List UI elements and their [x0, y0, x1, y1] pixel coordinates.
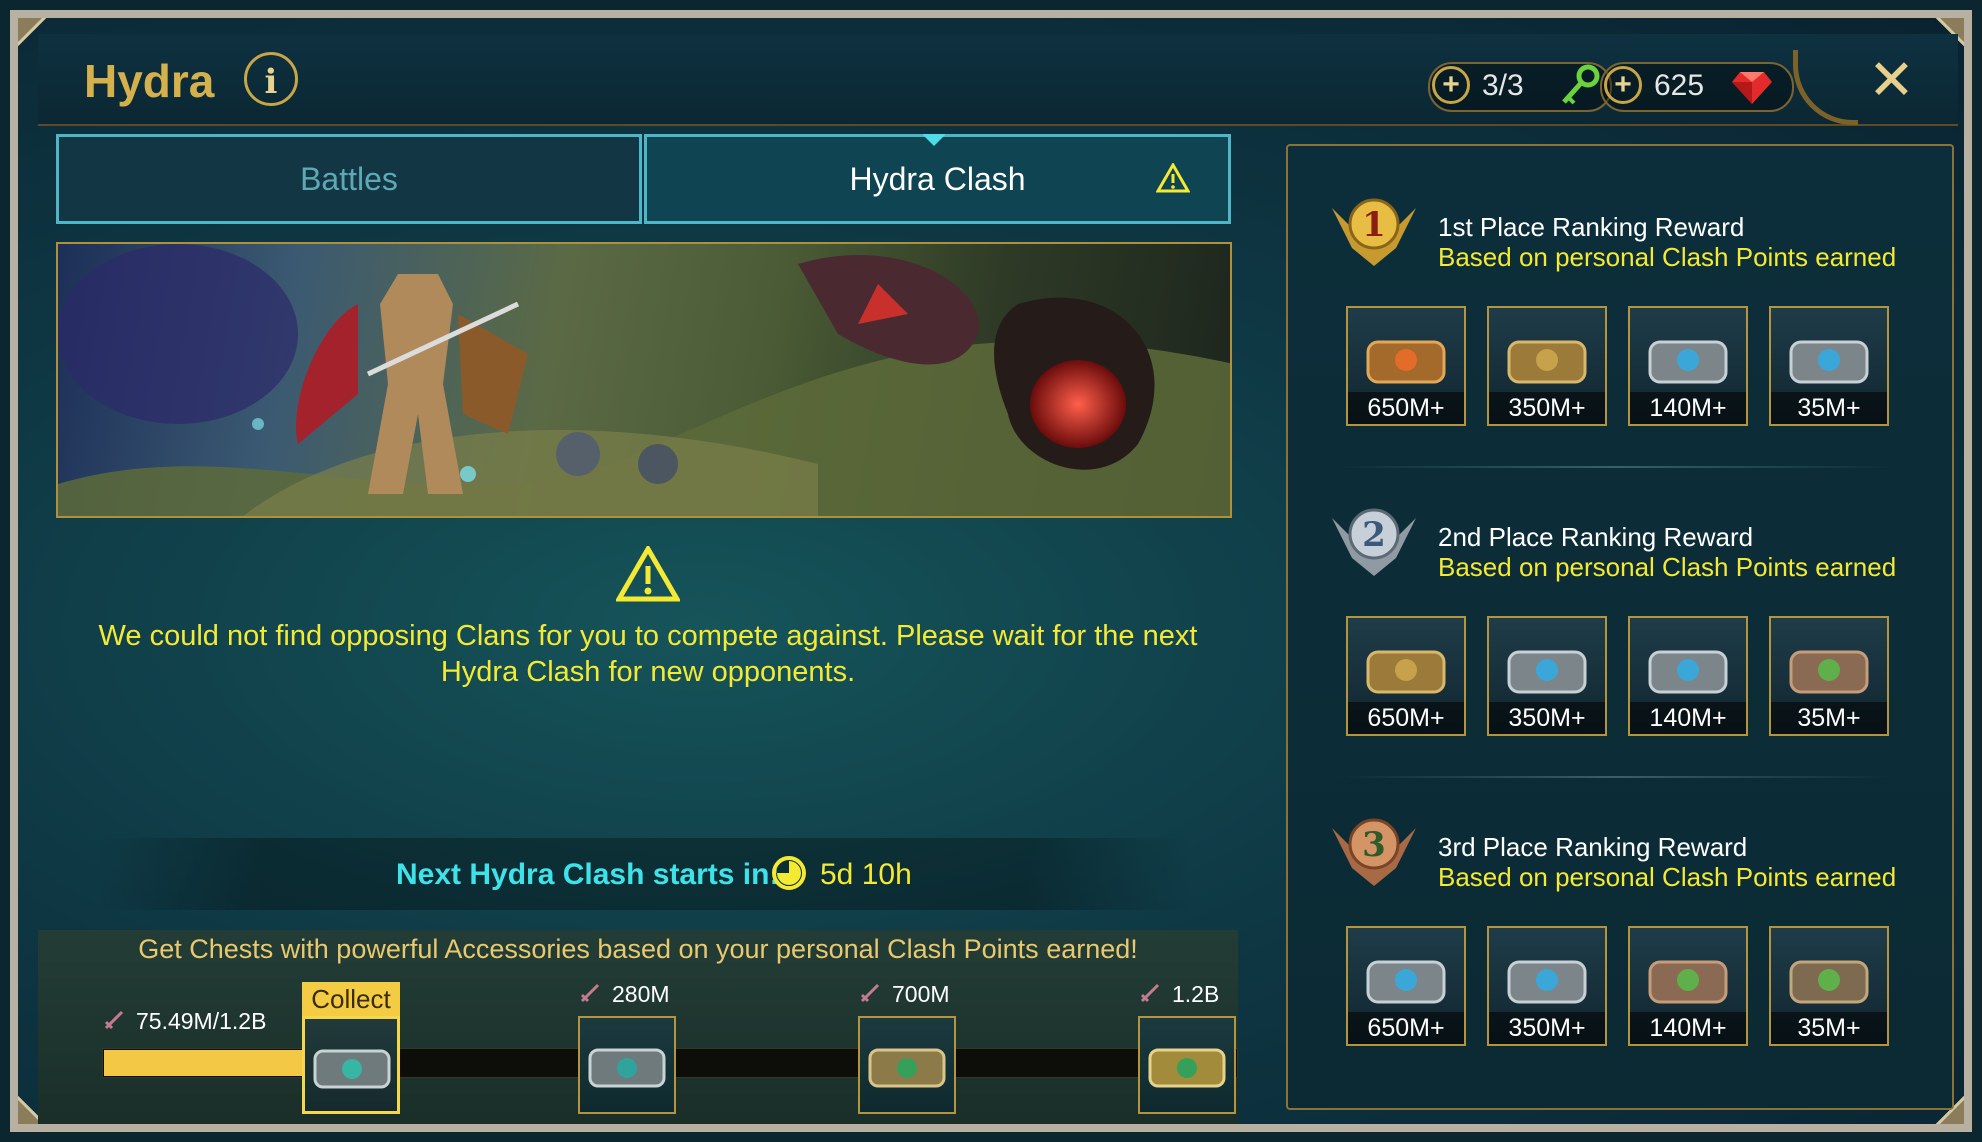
reward-chest[interactable]: 35M+ — [1769, 926, 1889, 1046]
reward-threshold: 140M+ — [1630, 702, 1746, 734]
reward-threshold: 140M+ — [1630, 1012, 1746, 1044]
hydra-chest-icon — [1507, 340, 1587, 384]
active-tab-indicator — [922, 134, 946, 146]
reward-threshold: 650M+ — [1348, 702, 1464, 734]
gems-counter: + 625 — [1600, 62, 1794, 112]
ranking-subtitle: Based on personal Clash Points earned — [1438, 862, 1897, 892]
hydra-chest-icon — [1789, 960, 1869, 1004]
ruby-gem-icon — [1732, 72, 1772, 104]
no-opponents-message: We could not find opposing Clans for you… — [98, 620, 1198, 688]
sword-icon — [580, 983, 600, 1003]
bronze-medal-icon: 3 — [1332, 818, 1416, 886]
tab-hydra-clash-label: Hydra Clash — [849, 161, 1026, 197]
ranking-subtitle: Based on personal Clash Points earned — [1438, 552, 1897, 582]
milestone-chest[interactable] — [1138, 1016, 1236, 1114]
reward-threshold: 140M+ — [1630, 392, 1746, 424]
add-gems-button[interactable]: + — [1604, 66, 1642, 104]
ranking-title: 1st Place Ranking Reward — [1438, 212, 1745, 242]
accessory-chest-icon — [313, 1049, 391, 1089]
sword-icon — [860, 983, 880, 1003]
reward-threshold: 35M+ — [1771, 702, 1887, 734]
hydra-chest-icon — [1507, 960, 1587, 1004]
hydra-chest-icon — [1648, 340, 1728, 384]
ranking-title: 3rd Place Ranking Reward — [1438, 832, 1748, 862]
hydra-banner-art — [56, 242, 1232, 518]
hydra-chest-icon — [1366, 340, 1446, 384]
svg-text:2: 2 — [1362, 515, 1386, 555]
next-clash-countdown: 5d 10h — [820, 858, 912, 891]
reward-threshold: 350M+ — [1489, 392, 1605, 424]
ranking-title: 2nd Place Ranking Reward — [1438, 522, 1754, 552]
hydra-chest-icon — [1789, 340, 1869, 384]
reward-chest[interactable]: 350M+ — [1487, 926, 1607, 1046]
sword-icon — [1140, 983, 1160, 1003]
reward-threshold: 350M+ — [1489, 702, 1605, 734]
keys-value: 3/3 — [1482, 69, 1524, 102]
tab-hydra-clash[interactable]: Hydra Clash — [644, 134, 1231, 224]
reward-chest[interactable]: 650M+ — [1346, 616, 1466, 736]
accessory-chest-icon — [868, 1048, 946, 1088]
silver-medal-icon: 2 — [1332, 508, 1416, 576]
milestone-chest-collect[interactable] — [302, 1016, 400, 1114]
svg-text:1: 1 — [1362, 205, 1386, 245]
window-frame: Hydra i + 3/3 + 625 ✕ Battles Hydra Clas… — [10, 10, 1972, 1132]
chest-info-text: Get Chests with powerful Accessories bas… — [138, 934, 1138, 964]
accessory-chest-icon — [588, 1048, 666, 1088]
reward-chest[interactable]: 350M+ — [1487, 306, 1607, 426]
reward-threshold: 35M+ — [1771, 1012, 1887, 1044]
reward-chest[interactable]: 140M+ — [1628, 926, 1748, 1046]
reward-chest[interactable]: 650M+ — [1346, 306, 1466, 426]
progress-fill — [104, 1050, 304, 1076]
warning-icon — [616, 546, 680, 602]
milestone-chest[interactable] — [578, 1016, 676, 1114]
page-title: Hydra — [84, 55, 215, 107]
tab-battles[interactable]: Battles — [56, 134, 642, 224]
hydra-chest-icon — [1507, 650, 1587, 694]
milestone-label: 280M — [578, 981, 670, 1008]
hydra-chest-icon — [1789, 650, 1869, 694]
ranking-subtitle: Based on personal Clash Points earned — [1438, 242, 1897, 272]
hydra-chest-icon — [1366, 960, 1446, 1004]
clock-icon — [772, 856, 806, 890]
next-clash-label: Next Hydra Clash starts in: — [396, 858, 780, 891]
key-icon — [1562, 64, 1600, 105]
next-clash-timer: Next Hydra Clash starts in: 5d 10h — [96, 838, 1192, 910]
reward-chest[interactable]: 650M+ — [1346, 926, 1466, 1046]
info-button[interactable]: i — [244, 52, 298, 106]
keys-counter: + 3/3 — [1428, 62, 1612, 112]
accessory-chest-icon — [1148, 1048, 1226, 1088]
reward-threshold: 650M+ — [1348, 1012, 1464, 1044]
reward-threshold: 650M+ — [1348, 392, 1464, 424]
header-ornament — [1793, 50, 1858, 125]
add-keys-button[interactable]: + — [1432, 66, 1470, 104]
clash-points-value: 75.49M/1.2B — [136, 1008, 267, 1034]
hydra-chest-icon — [1648, 650, 1728, 694]
gold-medal-icon: 1 — [1332, 198, 1416, 266]
hydra-chest-icon — [1648, 960, 1728, 1004]
warning-icon — [1156, 163, 1190, 193]
gems-value: 625 — [1654, 69, 1705, 102]
section-divider — [1336, 466, 1896, 468]
milestone-chest[interactable] — [858, 1016, 956, 1114]
milestone-label: 1.2B — [1138, 981, 1219, 1008]
svg-text:3: 3 — [1362, 825, 1386, 865]
close-button[interactable]: ✕ — [1868, 50, 1915, 110]
milestone-label: 700M — [858, 981, 950, 1008]
collect-label[interactable]: Collect — [302, 982, 400, 1016]
hydra-chest-icon — [1366, 650, 1446, 694]
section-divider — [1336, 776, 1896, 778]
header-bar: Hydra i + 3/3 + 625 ✕ — [38, 34, 1958, 126]
reward-chest[interactable]: 140M+ — [1628, 616, 1748, 736]
sword-icon — [104, 1010, 124, 1030]
hydra-battle-illustration — [58, 244, 1230, 516]
reward-chest[interactable]: 35M+ — [1769, 306, 1889, 426]
reward-chest[interactable]: 350M+ — [1487, 616, 1607, 736]
reward-threshold: 35M+ — [1771, 392, 1887, 424]
reward-chest[interactable]: 140M+ — [1628, 306, 1748, 426]
reward-threshold: 350M+ — [1489, 1012, 1605, 1044]
clash-points-progress: 75.49M/1.2B — [102, 1008, 266, 1035]
reward-chest[interactable]: 35M+ — [1769, 616, 1889, 736]
